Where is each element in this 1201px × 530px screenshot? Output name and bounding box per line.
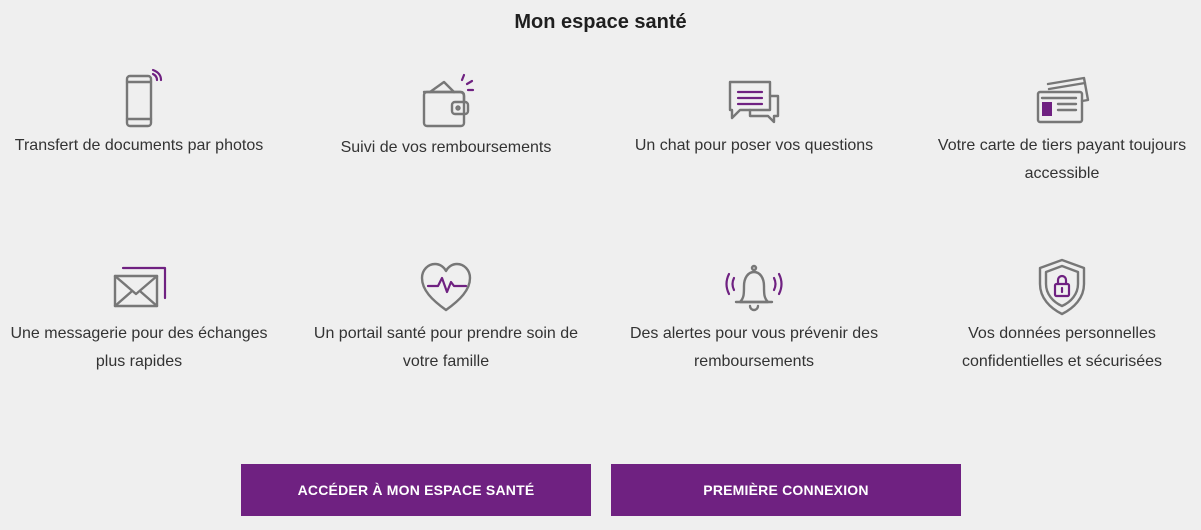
- feature-label: Vos données personnelles confidentielles…: [961, 325, 1163, 370]
- access-espace-sante-button[interactable]: ACCÉDER À MON ESPACE SANTÉ: [241, 464, 591, 516]
- feature-health-portal: Un portail santé pour prendre soin de vo…: [296, 256, 596, 376]
- feature-tiers-payant-card: Votre carte de tiers payant toujours acc…: [912, 68, 1201, 188]
- feature-document-transfer: Transfert de documents par photos: [0, 68, 289, 160]
- shield-lock-icon: [1038, 258, 1086, 316]
- feature-label: Suivi de vos remboursements: [340, 139, 552, 156]
- feature-data-security: Vos données personnelles confidentielles…: [912, 256, 1201, 376]
- feature-alerts: Des alertes pour vous prévenir des rembo…: [604, 256, 904, 376]
- feature-label: Un portail santé pour prendre soin de vo…: [313, 325, 579, 370]
- page-title: Mon espace santé: [514, 11, 687, 33]
- feature-label: Votre carte de tiers payant toujours acc…: [937, 137, 1187, 182]
- feature-chat: Un chat pour poser vos questions: [604, 68, 904, 160]
- feature-label: Une messagerie pour des échanges plus ra…: [10, 325, 268, 370]
- feature-label: Un chat pour poser vos questions: [634, 137, 874, 154]
- feature-label: Transfert de documents par photos: [14, 137, 264, 154]
- mail-icon: [113, 266, 167, 308]
- first-login-button[interactable]: PREMIÈRE CONNEXION: [611, 464, 961, 516]
- feature-messaging: Une messagerie pour des échanges plus ra…: [0, 256, 289, 376]
- phone-icon: [125, 68, 163, 128]
- espace-sante-page: Mon espace santé Transfert de documents …: [0, 0, 1201, 530]
- heart-pulse-icon: [420, 262, 472, 312]
- bell-icon: [725, 264, 783, 312]
- wallet-icon: [422, 73, 475, 128]
- chat-icon: [728, 80, 780, 124]
- feature-reimbursement-tracking: Suivi de vos remboursements: [296, 70, 596, 162]
- feature-label: Des alertes pour vous prévenir des rembo…: [629, 325, 879, 370]
- card-icon: [1036, 76, 1090, 124]
